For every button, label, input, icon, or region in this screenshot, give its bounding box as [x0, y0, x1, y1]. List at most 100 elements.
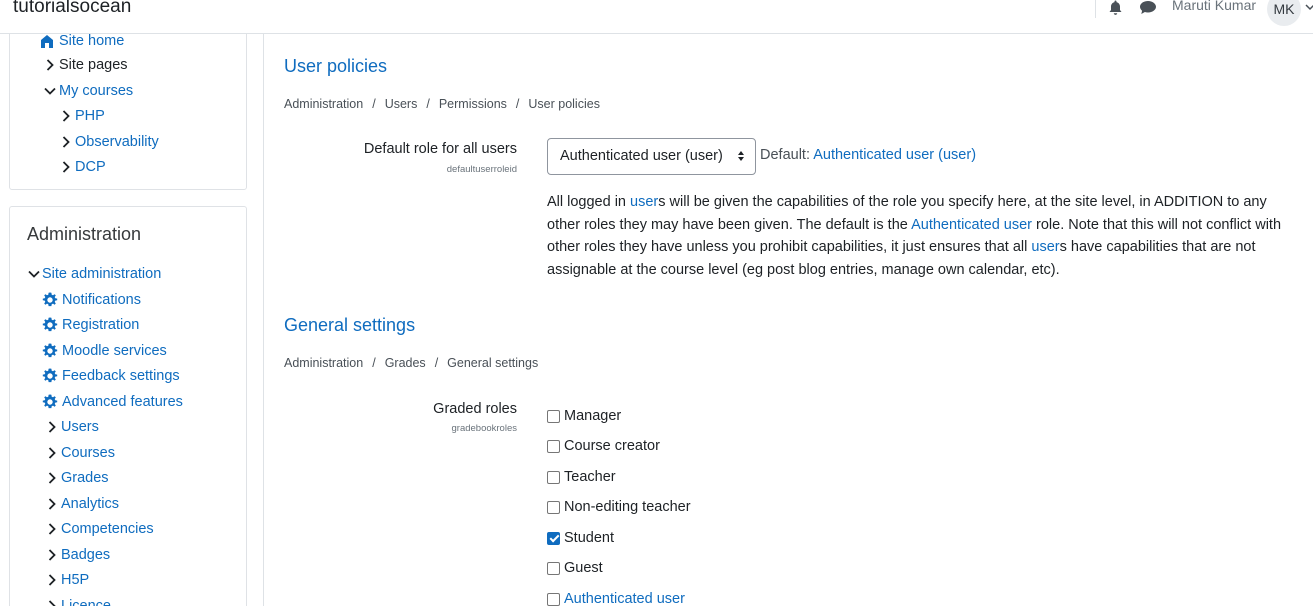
glossary-link-authenticated-user[interactable]: Authenticated user	[911, 217, 1032, 233]
graded-role-option[interactable]: Course creator	[547, 438, 660, 454]
gear-icon	[42, 292, 58, 308]
checkbox[interactable]	[547, 439, 560, 453]
checkbox[interactable]	[547, 409, 560, 423]
site-brand[interactable]: tutorialsocean	[13, 0, 131, 18]
chevron-right-icon	[47, 497, 57, 511]
setting-key-graded-roles: gradebookroles	[451, 423, 518, 434]
chevron-right-icon	[61, 109, 71, 123]
main-content: User policies Administration / Users / Permi…	[265, 34, 1313, 607]
admin-item-h5p[interactable]: H5P	[47, 572, 89, 588]
glossary-link-user[interactable]: user	[1031, 239, 1059, 255]
breadcrumb-general-settings: Administration / Grades / General settings	[284, 356, 539, 370]
avatar[interactable]: MK	[1267, 0, 1301, 26]
nav-item-dcp[interactable]: DCP	[61, 159, 106, 175]
checkbox-label: Student	[564, 530, 614, 546]
checkbox-label: Guest	[564, 560, 603, 576]
nav-item-site-pages[interactable]: Site pages	[45, 57, 128, 73]
gear-icon	[42, 317, 58, 333]
admin-item-feedback-settings[interactable]: Feedback settings	[42, 368, 180, 384]
nav-item-site-home[interactable]: Site home	[39, 34, 124, 49]
nav-item-observability[interactable]: Observability	[61, 134, 159, 150]
breadcrumb-item[interactable]: Administration	[284, 97, 363, 111]
chevron-right-icon	[47, 573, 57, 587]
graded-role-option[interactable]: Manager	[547, 408, 621, 424]
home-icon	[39, 34, 55, 49]
chevron-right-icon	[47, 548, 57, 562]
chevron-down-icon[interactable]	[1305, 0, 1313, 16]
desc-text: All logged in	[547, 194, 631, 210]
graded-role-option[interactable]: Authenticated user	[547, 591, 685, 607]
breadcrumb-item[interactable]: Permissions	[439, 97, 507, 111]
chevron-right-icon	[45, 58, 55, 72]
nav-item-my-courses[interactable]: My courses	[43, 83, 133, 99]
checkbox[interactable]	[547, 561, 560, 575]
navigation-block: Site home Site pages My courses PHP Obse…	[9, 34, 247, 190]
breadcrumb-item[interactable]: General settings	[447, 356, 538, 370]
admin-item-moodle-services[interactable]: Moodle services	[42, 343, 167, 359]
navbar-divider	[1095, 0, 1096, 18]
admin-item-licence[interactable]: Licence	[47, 598, 111, 606]
messages-icon[interactable]	[1139, 0, 1157, 20]
chevron-right-icon	[47, 420, 57, 434]
chevron-right-icon	[47, 599, 57, 606]
checkbox-label: Teacher	[564, 469, 616, 485]
setting-label-graded-roles: Graded roles	[433, 401, 517, 417]
chevron-right-icon	[47, 446, 57, 460]
breadcrumb-item[interactable]: Users	[385, 97, 418, 111]
chevron-right-icon	[47, 471, 57, 485]
administration-block: Administration Site administration Notif…	[9, 206, 247, 606]
default-role-select[interactable]: Authenticated user (user)	[547, 138, 756, 175]
select-arrows-icon	[737, 150, 745, 166]
breadcrumb-item[interactable]: Administration	[284, 356, 363, 370]
default-prefix: Default:	[760, 147, 814, 163]
admin-item-advanced-features[interactable]: Advanced features	[42, 394, 183, 410]
bell-icon[interactable]	[1108, 0, 1123, 21]
graded-role-option[interactable]: Student	[547, 530, 614, 546]
administration-title: Administration	[27, 224, 142, 244]
admin-item-notifications[interactable]: Notifications	[42, 292, 141, 308]
default-role-hint: Default: Authenticated user (user)	[760, 147, 976, 163]
admin-item-users[interactable]: Users	[47, 419, 99, 435]
admin-item-competencies[interactable]: Competencies	[47, 521, 154, 537]
breadcrumb-item[interactable]: Grades	[385, 356, 426, 370]
default-role-link[interactable]: Authenticated user	[813, 147, 934, 163]
chevron-right-icon	[61, 135, 71, 149]
checkbox[interactable]	[547, 500, 560, 514]
chevron-down-icon	[43, 84, 57, 98]
setting-key-default-role: defaultuserroleid	[446, 164, 517, 175]
select-value: Authenticated user (user)	[560, 148, 723, 164]
top-navbar: tutorialsocean Maruti Kumar MK	[0, 0, 1313, 34]
nav-drawer: Site home Site pages My courses PHP Obse…	[0, 34, 264, 606]
checkbox-checked[interactable]	[547, 531, 560, 545]
admin-item-grades[interactable]: Grades	[47, 470, 109, 486]
checkbox-label: Non-editing teacher	[564, 499, 691, 515]
chevron-right-icon	[61, 160, 71, 174]
breadcrumb-item[interactable]: User policies	[528, 97, 600, 111]
admin-item-courses[interactable]: Courses	[47, 445, 115, 461]
setting-label-default-role: Default role for all users	[363, 141, 517, 157]
chevron-right-icon	[47, 522, 57, 536]
checkbox-label-link[interactable]: Authenticated user	[564, 591, 685, 607]
glossary-link-user[interactable]: user	[630, 194, 658, 210]
default-role-description: All logged in users will be given the ca…	[547, 191, 1297, 281]
checkbox[interactable]	[547, 470, 560, 484]
user-name[interactable]: Maruti Kumar	[1172, 0, 1256, 13]
nav-item-php[interactable]: PHP	[61, 108, 105, 124]
checkbox[interactable]	[547, 592, 560, 606]
gear-icon	[42, 368, 58, 384]
gear-icon	[42, 343, 58, 359]
admin-item-badges[interactable]: Badges	[47, 547, 110, 563]
graded-role-option[interactable]: Teacher	[547, 469, 616, 485]
section-title-general-settings[interactable]: General settings	[284, 315, 415, 336]
admin-item-site-administration[interactable]: Site administration	[27, 266, 161, 282]
graded-role-option[interactable]: Non-editing teacher	[547, 499, 691, 515]
admin-item-analytics[interactable]: Analytics	[47, 496, 119, 512]
default-role-short-link[interactable]: (user)	[938, 147, 976, 163]
chevron-down-icon	[27, 267, 41, 281]
admin-item-registration[interactable]: Registration	[42, 317, 139, 333]
checkbox-label: Course creator	[564, 438, 660, 454]
graded-role-option[interactable]: Guest	[547, 560, 603, 576]
breadcrumb-user-policies: Administration / Users / Permissions / User po…	[284, 97, 600, 111]
gear-icon	[42, 394, 58, 410]
section-title-user-policies[interactable]: User policies	[284, 56, 387, 77]
